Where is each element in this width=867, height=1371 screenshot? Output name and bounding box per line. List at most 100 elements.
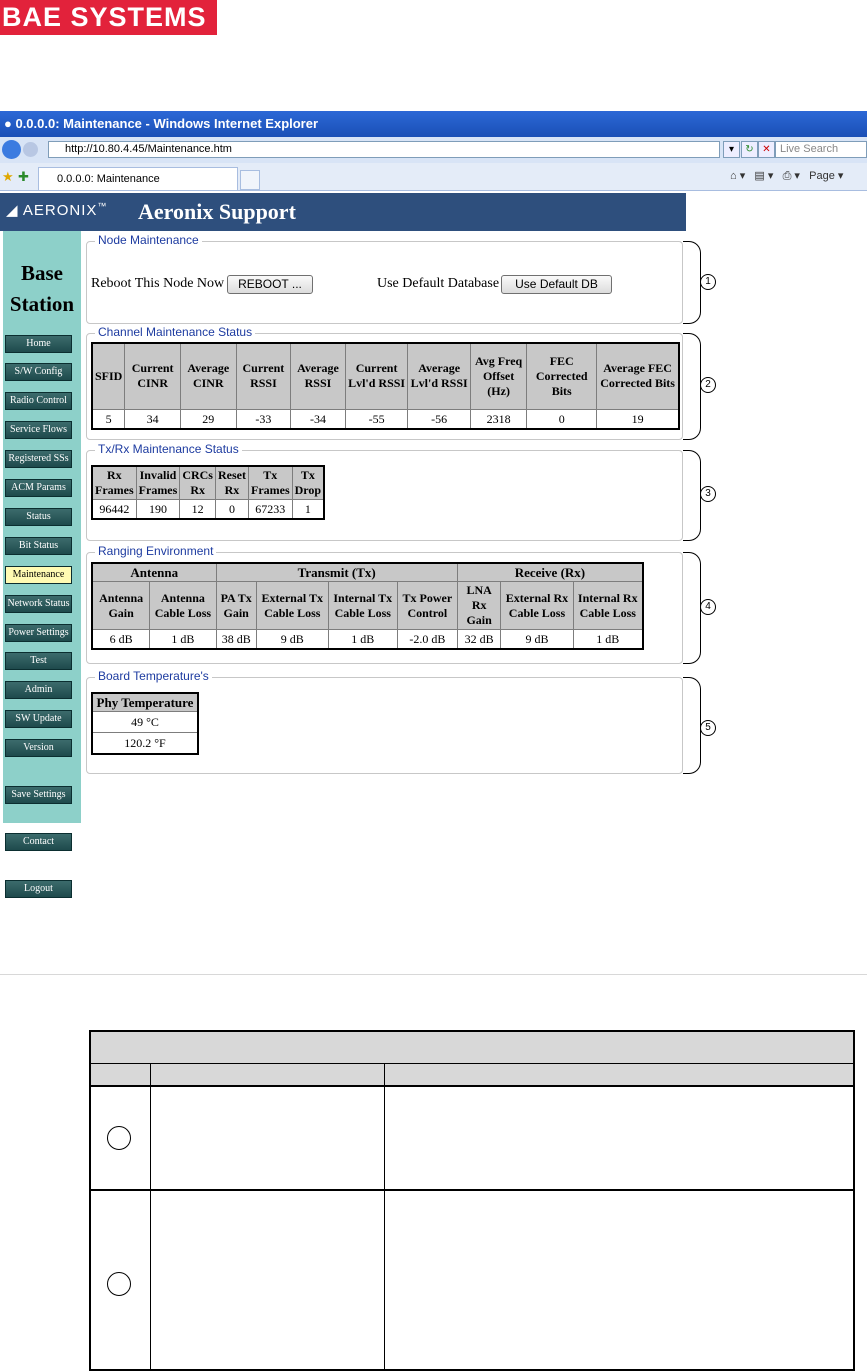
channel-maintenance-table: SFID Current CINR Average CINR Current R… (91, 342, 680, 430)
col-sfid: SFID (91, 342, 126, 410)
ranging-environment-section: Ranging Environment Antenna Transmit (Tx… (86, 544, 683, 664)
col-tx-drop: Tx Drop (291, 465, 325, 500)
board-temperature-legend: Board Temperature's (95, 669, 212, 683)
cell-current-rssi: -33 (235, 408, 292, 429)
row-divider (91, 1189, 853, 1191)
ranging-header-row: Antenna Gain Antenna Cable Loss PA Tx Ga… (91, 581, 644, 630)
feeds-icon[interactable]: ▤ ▾ (754, 170, 773, 182)
cell-antenna-gain: 6 dB (91, 629, 151, 650)
row-1-marker (107, 1126, 131, 1150)
nav-status[interactable]: Status (5, 508, 72, 526)
nav-test[interactable]: Test (5, 652, 72, 670)
default-db-label: Use Default Database (377, 276, 500, 291)
page-menu[interactable]: Page ▾ (809, 170, 843, 182)
col-average-fec-corrected-bits: Average FEC Corrected Bits (596, 342, 680, 410)
column-divider (384, 1064, 385, 1369)
txrx-header-row: Rx Frames Invalid Frames CRCs Rx Reset R… (91, 465, 325, 500)
nav-contact[interactable]: Contact (5, 833, 72, 851)
col-tx-frames: Tx Frames (247, 465, 293, 500)
cell-tx-frames: 67233 (247, 499, 293, 520)
cell-reset-rx: 0 (214, 499, 249, 520)
bae-systems-logo: BAE SYSTEMS (0, 0, 217, 35)
col-current-rssi: Current RSSI (235, 342, 292, 410)
nav-save-settings[interactable]: Save Settings (5, 786, 72, 804)
channel-maintenance-legend: Channel Maintenance Status (95, 325, 256, 339)
node-maintenance-section: Node Maintenance Reboot This Node Now RE… (86, 233, 683, 324)
page-menu-label: Page (809, 170, 835, 182)
refresh-icon[interactable]: ↻ (741, 141, 758, 158)
cell-pa-tx-gain: 38 dB (215, 629, 257, 650)
live-search-placeholder: Live Search (780, 143, 839, 155)
aeronix-mark-icon: ◢ (6, 202, 23, 219)
url-input[interactable]: http://10.80.4.45/Maintenance.htm (48, 141, 720, 158)
nav-service-flows[interactable]: Service Flows (5, 421, 72, 439)
use-default-db-button[interactable]: Use Default DB (501, 275, 612, 294)
col-internal-rx-cable-loss: Internal Rx Cable Loss (572, 581, 644, 630)
live-search-input[interactable]: Live Search (775, 141, 867, 158)
nav-acm-params[interactable]: ACM Params (5, 479, 72, 497)
dropdown-icon[interactable]: ▾ (723, 141, 740, 158)
window-title-bar: ● 0.0.0.0: Maintenance - Windows Interne… (0, 111, 867, 137)
tab-maintenance[interactable]: 0.0.0.0: Maintenance (38, 167, 238, 190)
reboot-label: Reboot This Node Now (91, 276, 225, 291)
col-average-rssi: Average RSSI (290, 342, 346, 410)
cell-external-rx-cable-loss: 9 dB (500, 629, 574, 650)
nav-version[interactable]: Version (5, 739, 72, 757)
callout-4: 4 (700, 599, 716, 615)
callout-3: 3 (700, 486, 716, 502)
forward-icon[interactable] (23, 142, 38, 157)
cell-rx-frames: 96442 (91, 499, 137, 520)
home-icon[interactable]: ⌂ ▾ (730, 170, 745, 182)
description-table-header (91, 1032, 853, 1064)
nav-radio-control[interactable]: Radio Control (5, 392, 72, 410)
col-rx-frames: Rx Frames (91, 465, 137, 500)
cell-average-fec-corrected-bits: 19 (596, 408, 680, 429)
print-icon[interactable]: ⎙ ▾ (783, 170, 800, 182)
callout-brace-3 (683, 450, 701, 541)
new-tab-button[interactable] (240, 170, 260, 190)
txrx-maintenance-legend: Tx/Rx Maintenance Status (95, 442, 242, 456)
group-receive: Receive (Rx) (456, 562, 644, 582)
page-title: Aeronix Support (138, 199, 296, 224)
back-icon[interactable] (2, 140, 21, 159)
nav-sw-update[interactable]: SW Update (5, 710, 72, 728)
favorites-star-icon[interactable]: ★ (2, 169, 14, 185)
row-2-marker (107, 1272, 131, 1296)
url-text: http://10.80.4.45/Maintenance.htm (65, 143, 232, 155)
group-antenna: Antenna (91, 562, 217, 582)
nav-power-settings[interactable]: Power Settings (5, 624, 72, 642)
col-pa-tx-gain: PA Tx Gain (215, 581, 257, 630)
channel-maintenance-section: Channel Maintenance Status SFID Current … (86, 325, 683, 440)
nav-maintenance[interactable]: Maintenance (5, 566, 72, 584)
stop-icon[interactable]: ✕ (758, 141, 775, 158)
col-external-tx-cable-loss: External Tx Cable Loss (255, 581, 329, 630)
node-maintenance-legend: Node Maintenance (95, 233, 202, 247)
description-table (89, 1030, 855, 1371)
col-tx-power-control: Tx Power Control (396, 581, 458, 630)
nav-bit-status[interactable]: Bit Status (5, 537, 72, 555)
cell-avg-freq-offset: 2318 (469, 408, 528, 429)
nav-logout[interactable]: Logout (5, 880, 72, 898)
cell-average-cinr: 29 (179, 408, 237, 429)
group-transmit: Transmit (Tx) (215, 562, 458, 582)
nav-registered-sss[interactable]: Registered SSs (5, 450, 72, 468)
nav-sw-config[interactable]: S/W Config (5, 363, 72, 381)
reboot-button[interactable]: REBOOT ... (227, 275, 313, 294)
cell-fec-corrected-bits: 0 (526, 408, 598, 429)
command-bar: ⌂ ▾ ▤ ▾ ⎙ ▾ Page ▾ (730, 169, 843, 183)
tab-title: 0.0.0.0: Maintenance (57, 173, 160, 185)
nav-network-status[interactable]: Network Status (5, 595, 72, 613)
ranging-environment-table: Antenna Transmit (Tx) Receive (Rx) Anten… (91, 562, 644, 650)
callout-brace-5 (683, 677, 701, 774)
nav-admin[interactable]: Admin (5, 681, 72, 699)
cell-fahrenheit: 120.2 °F (91, 732, 199, 755)
col-current-lvld-rssi: Current Lvl'd RSSI (344, 342, 409, 410)
col-crcs-rx: CRCs Rx (179, 465, 216, 500)
add-favorites-icon[interactable]: ✚ (18, 169, 29, 185)
nav-home[interactable]: Home (5, 335, 72, 353)
aeronix-brand: AERONIX (22, 202, 98, 219)
table-row: 120.2 °F (91, 732, 199, 755)
address-bar-row: http://10.80.4.45/Maintenance.htm ▾ ↻ ✕ … (0, 137, 867, 163)
col-average-lvld-rssi: Average Lvl'd RSSI (407, 342, 471, 410)
window-title: 0.0.0.0: Maintenance - Windows Internet … (15, 116, 319, 131)
